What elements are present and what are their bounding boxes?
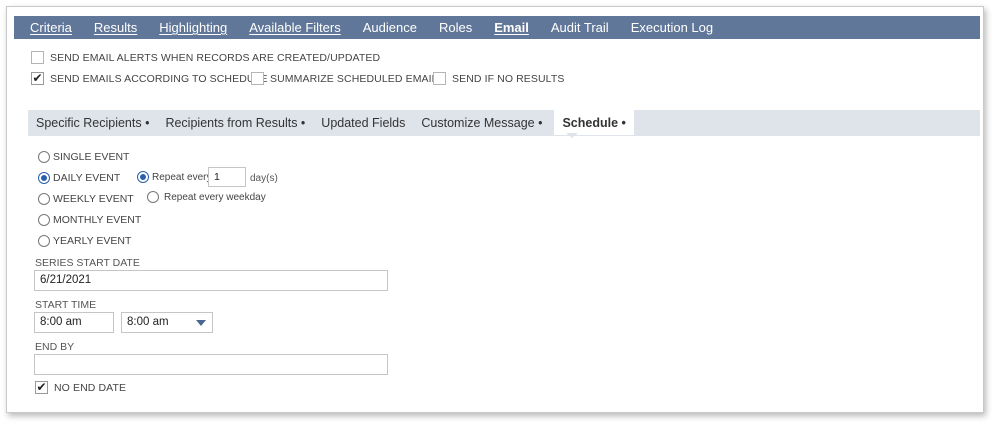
no-results-checkbox[interactable]	[433, 72, 446, 85]
daily-event-radio[interactable]	[38, 172, 50, 184]
alerts-option: SEND EMAIL ALERTS WHEN RECORDS ARE CREAT…	[31, 51, 380, 64]
tab-execution-log[interactable]: Execution Log	[631, 20, 713, 35]
window-frame	[6, 6, 984, 413]
checkmark-icon: ✔	[32, 71, 43, 85]
monthly-event-radio[interactable]	[38, 214, 50, 226]
no-end-date-checkbox[interactable]: ✔	[35, 381, 48, 394]
start-time-label: START TIME	[35, 299, 97, 311]
daily-event-label: DAILY EVENT	[53, 172, 121, 184]
subtab-schedule[interactable]: Schedule •	[554, 110, 634, 135]
daily-event-option: DAILY EVENT	[38, 172, 120, 184]
weekly-event-option: WEEKLY EVENT	[38, 193, 134, 205]
start-time-select-value: 8:00 am	[127, 316, 169, 328]
monthly-event-option: MONTHLY EVENT	[38, 214, 141, 226]
monthly-event-label: MONTHLY EVENT	[53, 214, 142, 226]
repeat-every-option: Repeat every	[137, 171, 211, 183]
subtab-divider	[28, 135, 980, 136]
single-event-option: SINGLE EVENT	[38, 151, 129, 163]
weekly-event-label: WEEKLY EVENT	[53, 193, 134, 205]
schedule-checkbox[interactable]: ✔	[31, 72, 44, 85]
alerts-checkbox[interactable]	[31, 51, 44, 64]
subtab-recipients-from-results[interactable]: Recipients from Results •	[165, 110, 313, 135]
weekly-event-radio[interactable]	[38, 193, 50, 205]
no-end-date-label: NO END DATE	[54, 381, 127, 394]
subtab-customize-message[interactable]: Customize Message •	[421, 110, 550, 135]
start-time-select[interactable]: 8:00 am	[121, 312, 213, 333]
subtab-updated-fields[interactable]: Updated Fields	[321, 110, 413, 135]
tab-roles[interactable]: Roles	[439, 20, 472, 35]
no-end-date-option: ✔ NO END DATE	[35, 381, 126, 394]
no-results-label: SEND IF NO RESULTS	[452, 72, 565, 85]
tab-email[interactable]: Email	[494, 20, 529, 35]
repeat-every-label: Repeat every	[152, 171, 212, 183]
tab-available-filters[interactable]: Available Filters	[249, 20, 341, 35]
summarize-checkbox[interactable]	[251, 72, 264, 85]
checkmark-icon: ✔	[36, 380, 47, 394]
start-time-input[interactable]: 8:00 am	[34, 312, 114, 333]
summarize-label: SUMMARIZE SCHEDULED EMAILS	[270, 72, 445, 85]
tab-results[interactable]: Results	[94, 20, 137, 35]
active-subtab-pointer	[566, 133, 578, 138]
sub-tab-bar: Specific Recipients • Recipients from Re…	[28, 110, 980, 135]
summarize-option: SUMMARIZE SCHEDULED EMAILS	[251, 72, 445, 85]
end-by-input[interactable]	[34, 354, 388, 375]
series-start-input[interactable]: 6/21/2021	[34, 270, 388, 291]
repeat-every-radio[interactable]	[137, 171, 149, 183]
yearly-event-radio[interactable]	[38, 235, 50, 247]
alerts-label: SEND EMAIL ALERTS WHEN RECORDS ARE CREAT…	[50, 51, 381, 64]
series-start-label: SERIES START DATE	[35, 257, 140, 269]
repeat-weekday-option: Repeat every weekday	[147, 191, 266, 203]
single-event-label: SINGLE EVENT	[53, 151, 130, 163]
repeat-weekday-label: Repeat every weekday	[164, 191, 266, 203]
chevron-down-icon	[196, 320, 206, 326]
tab-highlighting[interactable]: Highlighting	[159, 20, 227, 35]
yearly-event-option: YEARLY EVENT	[38, 235, 131, 247]
tab-audit-trail[interactable]: Audit Trail	[551, 20, 609, 35]
schedule-label: SEND EMAILS ACCORDING TO SCHEDULE	[50, 72, 268, 85]
subtab-specific-recipients[interactable]: Specific Recipients •	[36, 110, 157, 135]
yearly-event-label: YEARLY EVENT	[53, 235, 132, 247]
single-event-radio[interactable]	[38, 151, 50, 163]
tab-audience[interactable]: Audience	[363, 20, 417, 35]
schedule-option: ✔ SEND EMAILS ACCORDING TO SCHEDULE	[31, 72, 268, 85]
repeat-every-input[interactable]: 1	[208, 167, 246, 187]
no-results-option: SEND IF NO RESULTS	[433, 72, 564, 85]
repeat-unit-label: day(s)	[250, 173, 278, 184]
top-tab-bar: Criteria Results Highlighting Available …	[14, 16, 980, 39]
repeat-weekday-radio[interactable]	[147, 191, 159, 203]
end-by-label: END BY	[35, 341, 75, 353]
tab-criteria[interactable]: Criteria	[30, 20, 72, 35]
